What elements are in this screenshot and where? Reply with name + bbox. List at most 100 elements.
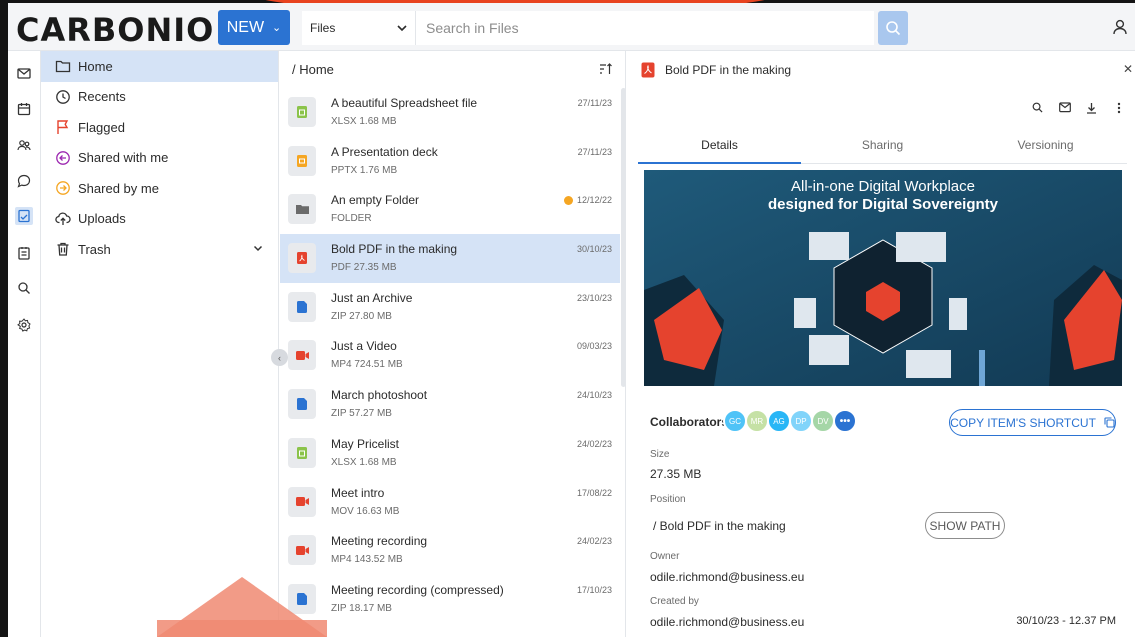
more-vertical-icon[interactable] [1112,101,1125,114]
file-row[interactable]: Meeting recording (compressed) ZIP 18.17 … [280,575,620,624]
file-date: 30/10/23 [577,244,612,254]
tree-item-label: Home [78,58,113,74]
flag-icon [54,118,72,136]
module-select[interactable]: Files [302,11,416,45]
tasks-icon[interactable] [15,244,33,262]
module-select-value: Files [310,21,336,35]
file-row[interactable]: Meeting recording MP4 143.52 MB 24/02/23 [280,526,620,575]
file-date: 17/10/23 [577,585,612,595]
user-icon[interactable] [1110,17,1130,37]
file-row[interactable]: An empty Folder FOLDER 12/12/22 [280,185,620,234]
chats-icon[interactable] [15,172,33,190]
collaborator-avatar[interactable]: GC [723,409,747,433]
chevron-down-icon[interactable] [252,242,264,254]
file-date-text: 09/03/23 [576,341,612,352]
tree-item-uploads[interactable]: Uploads [41,204,278,235]
tree-item-label: Trash [78,241,111,257]
file-name: Meeting recording (compressed) [331,582,504,597]
new-button[interactable]: NEW ⌄ [218,10,290,45]
close-icon[interactable]: ✕ [1123,62,1133,76]
files-icon[interactable] [15,207,33,225]
tree-item-shared-with-me[interactable]: Shared with me [41,143,278,174]
clock-icon [54,88,72,106]
shared-out-icon [54,179,72,197]
file-name: Just a Video [331,339,397,354]
scrollbar[interactable] [621,88,626,387]
upload-icon [54,210,72,228]
tree-item-shared-by-me[interactable]: Shared by me [41,173,278,204]
shared-icon [563,195,573,205]
file-date: 24/02/23 [577,536,612,546]
send-mail-icon[interactable] [1058,101,1071,114]
folder-tree: Home Recents Flagged Shared with me Shar… [41,51,279,637]
collaborator-avatar[interactable]: MR [745,409,769,433]
file-row[interactable]: A beautiful Spreadsheet file XLSX 1.68 MB… [280,88,620,137]
file-date-text: 30/10/23 [576,244,612,255]
zoom-icon[interactable] [1031,101,1044,114]
file-date: 17/08/22 [577,488,612,498]
collaborator-avatar[interactable]: DP [789,409,813,433]
file-meta: MP4 143.52 MB [331,554,403,566]
tree-item-label: Recents [78,89,126,105]
file-row[interactable]: Just an Archive ZIP 27.80 MB 23/10/23 [280,283,620,332]
owner-value: odile.richmond@business.eu [650,570,805,584]
copy-shortcut-label: COPY ITEM'S SHORTCUT [950,415,1096,430]
mail-icon[interactable] [15,64,33,82]
file-name: Meet intro [331,485,385,500]
settings-icon[interactable] [15,316,33,334]
tree-item-recents[interactable]: Recents [41,82,278,113]
banner-headline: All-in-one Digital Workplace [791,178,975,195]
trash-icon [54,240,72,258]
file-row[interactable]: Meet intro MOV 16.63 MB 17/08/22 [280,478,620,527]
file-row[interactable]: Just a Video MP4 724.51 MB 09/03/23 [280,331,620,380]
file-meta: PPTX 1.76 MB [331,164,398,176]
tab-details[interactable]: Details [638,127,801,164]
tree-item-flagged[interactable]: Flagged [41,112,278,143]
file-name: May Pricelist [331,436,400,451]
search-button[interactable] [878,11,908,45]
preview-tabs: Details Sharing Versioning [638,127,1127,164]
preview-panel: Bold PDF in the making ✕ Details Sharing… [627,51,1135,637]
download-icon[interactable] [1085,101,1098,114]
file-meta: ZIP 27.80 MB [331,310,392,322]
show-path-button[interactable]: SHOW PATH [925,512,1005,539]
file-row[interactable]: Bold PDF in the making PDF 27.35 MB 30/10/… [280,234,620,283]
file-preview-image[interactable]: All-in-one Digital Workplace designed fo… [644,170,1122,386]
search-icon [886,21,901,36]
chevron-down-icon [397,25,407,32]
tree-item-home[interactable]: Home [41,51,278,82]
pdf-icon [641,62,655,77]
file-meta: XLSX 1.68 MB [331,116,397,127]
file-row[interactable]: May Pricelist XLSX 1.68 MB 24/02/23 [280,429,620,478]
tree-item-trash[interactable]: Trash [41,234,278,265]
collapse-sidebar-button[interactable]: ‹ [271,349,288,366]
app-logo: CARBONIO [16,11,215,49]
file-name: March photoshoot [331,388,428,403]
folder-icon [288,194,316,225]
copy-shortcut-button[interactable]: COPY ITEM'S SHORTCUT [949,409,1116,436]
search-input[interactable]: Search in Files [416,11,874,45]
file-row[interactable]: March photoshoot ZIP 57.27 MB 24/10/23 [280,380,620,429]
contacts-icon[interactable] [15,136,33,154]
spreadsheet-icon [288,97,316,127]
copy-icon [1104,417,1115,428]
collaborator-avatar[interactable]: DV [811,409,835,433]
search-placeholder: Search in Files [426,20,519,36]
file-date-text: 24/10/23 [576,390,612,401]
file-row[interactable]: A Presentation deck PPTX 1.76 MB 27/11/23 [280,137,620,186]
calendar-icon[interactable] [15,100,33,118]
file-date-text: 17/08/22 [576,487,612,498]
video-icon [288,340,316,371]
sort-icon[interactable] [599,62,613,76]
more-collaborators-icon[interactable]: ••• [833,409,857,433]
file-meta: FOLDER [331,213,372,225]
tab-sharing[interactable]: Sharing [801,127,964,163]
file-rows: A beautiful Spreadsheet file XLSX 1.68 MB… [280,88,620,624]
archive-icon [288,389,316,420]
tree-item-label: Flagged [78,119,125,135]
tab-versioning[interactable]: Versioning [964,127,1127,163]
preview-header: Bold PDF in the making [627,51,1135,88]
file-date-text: 24/02/23 [576,536,612,547]
search-icon[interactable] [15,279,33,297]
collaborator-avatar[interactable]: AG [767,409,791,433]
